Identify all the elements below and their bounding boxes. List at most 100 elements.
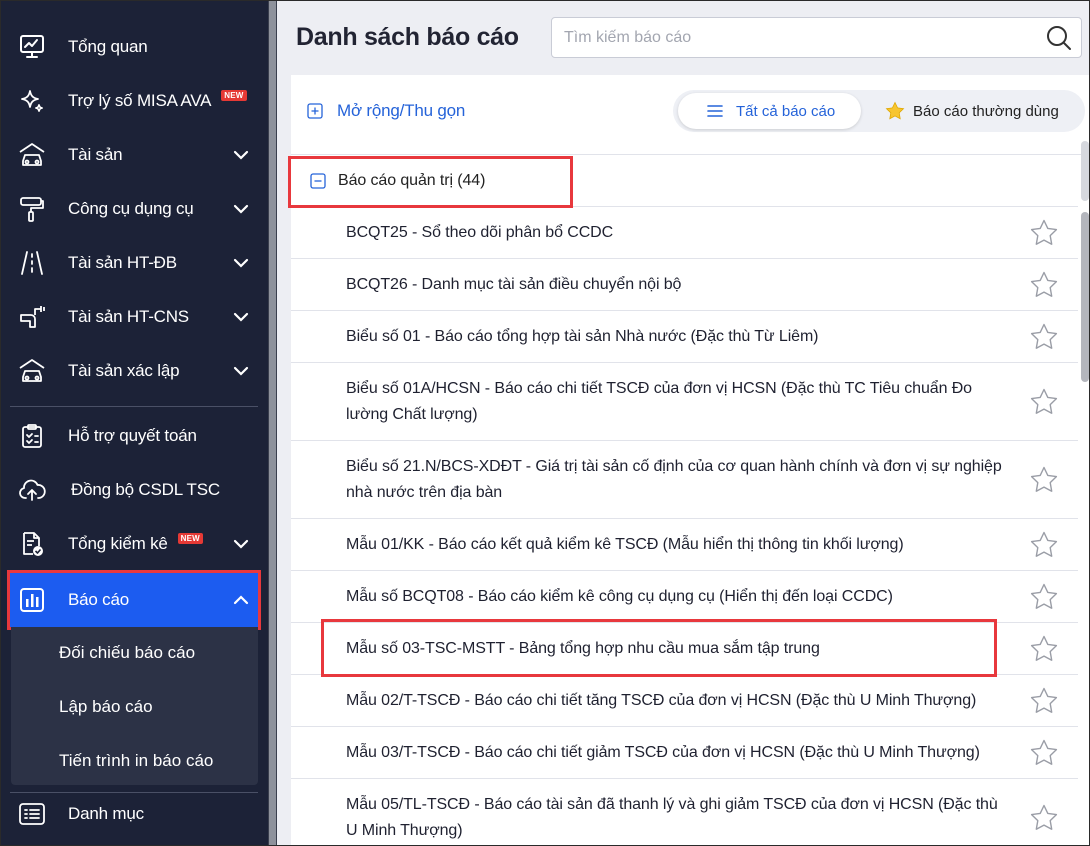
sidebar-item-tai-san[interactable]: Tài sản [10,128,258,182]
sidebar-item-label: Tài sản [68,145,123,164]
sidebar-item-tro-ly-so[interactable]: Trợ lý số MISA AVA NEW [10,74,258,128]
sidebar-item-label: Hỗ trợ quyết toán [68,426,197,445]
tab-favorite-reports[interactable]: Báo cáo thường dùng [869,93,1079,129]
sidebar-item-cong-cu-dung-cu[interactable]: Công cụ dụng cụ [10,182,258,236]
report-title: Mẫu 02/T-TSCĐ - Báo cáo chi tiết tăng TS… [346,692,977,709]
submenu-item-label: Tiến trình in báo cáo [59,751,214,770]
sidebar-item-label: Tài sản HT-ĐB [68,253,177,272]
new-badge: NEW [177,533,203,544]
tab-all-reports[interactable]: Tất cả báo cáo [678,93,861,129]
chevron-down-icon [233,539,249,549]
chevron-down-icon [233,258,249,268]
sidebar-scrollbar[interactable] [268,0,277,846]
sidebar-item-tai-san-ht-db[interactable]: Tài sản HT-ĐB [10,236,258,290]
report-group-header[interactable]: Báo cáo quản trị (44) [288,156,1078,208]
car-house-icon [18,141,46,169]
report-row[interactable]: Biểu số 21.N/BCS-XDĐT - Giá trị tài sản … [291,441,1078,519]
favorite-star-icon[interactable] [1029,387,1059,417]
sidebar-item-label: Danh mục [68,804,144,823]
chevron-down-icon [233,150,249,160]
report-title: Mẫu 01/KK - Báo cáo kết quả kiểm kê TSCĐ… [346,536,904,553]
favorite-star-icon[interactable] [1029,803,1059,833]
submenu-item-tien-trinh-in-bao-cao[interactable]: Tiến trình in báo cáo [11,735,258,789]
sidebar-item-label: Tài sản HT-CNS [68,307,189,326]
favorite-star-icon[interactable] [1029,322,1059,352]
road-icon [18,249,46,277]
report-row[interactable]: Mẫu số 03-TSC-MSTT - Bảng tổng hợp nhu c… [291,623,1078,675]
report-row[interactable]: Mẫu số BCQT08 - Báo cáo kiểm kê công cụ … [291,571,1078,623]
document-check-icon [18,530,46,558]
tab-favorite-reports-label: Báo cáo thường dùng [913,102,1059,120]
sidebar-item-label: Báo cáo [68,590,129,609]
sidebar-item-bao-cao[interactable]: Báo cáo [7,570,261,630]
chevron-down-icon [233,366,249,376]
search-input[interactable] [564,26,1034,50]
sidebar-item-label: Tổng quan [68,37,148,56]
new-badge: NEW [221,90,247,101]
report-title: BCQT25 - Sổ theo dõi phân bổ CCDC [346,224,614,241]
search-icon[interactable] [1045,24,1073,52]
favorite-star-icon[interactable] [1029,270,1059,300]
sidebar-item-danh-muc[interactable]: Danh mục [10,787,258,841]
sidebar-item-label: Tài sản xác lập [68,361,180,380]
report-title: Biểu số 21.N/BCS-XDĐT - Giá trị tài sản … [346,458,1002,501]
scrollbar-thumb[interactable] [1081,212,1089,382]
tab-all-reports-label: Tất cả báo cáo [736,102,836,120]
report-panel: Mở rộng/Thu gọn Tất cả báo cáo Báo cáo t… [288,75,1090,846]
favorite-star-icon[interactable] [1029,465,1059,495]
minus-square-icon[interactable] [310,173,326,189]
report-title: Mẫu số 03-TSC-MSTT - Bảng tổng hợp nhu c… [346,640,820,657]
favorite-star-icon[interactable] [1029,686,1059,716]
search-box[interactable] [551,17,1082,58]
report-title: BCQT26 - Danh mục tài sản điều chuyển nộ… [346,276,682,293]
favorite-star-icon[interactable] [1029,218,1059,248]
report-row[interactable]: Biểu số 01 - Báo cáo tổng hợp tài sản Nh… [291,311,1078,363]
sidebar: Tổng quan Trợ lý số MISA AVA NEW Tài sản … [0,0,268,846]
chevron-up-icon [233,595,249,605]
report-title: Mẫu số BCQT08 - Báo cáo kiểm kê công cụ … [346,588,893,605]
sidebar-item-label: Tổng kiểm kê [68,534,168,553]
chevron-down-icon [233,204,249,214]
report-list-scrollbar[interactable] [1078,141,1090,846]
report-filter-tabs: Tất cả báo cáo Báo cáo thường dùng [673,90,1085,132]
sidebar-item-label-wrap: Tổng kiểm kê NEW [68,533,203,554]
sidebar-item-label-wrap: Trợ lý số MISA AVA NEW [68,90,247,111]
sidebar-divider [10,406,258,407]
submenu-item-doi-chieu-bao-cao[interactable]: Đối chiếu báo cáo [11,627,258,681]
bar-chart-icon [18,586,46,614]
expand-collapse-label: Mở rộng/Thu gọn [337,101,466,120]
plus-square-icon [307,103,323,119]
favorite-star-icon[interactable] [1029,582,1059,612]
report-title: Biểu số 01 - Báo cáo tổng hợp tài sản Nh… [346,328,819,345]
sidebar-item-tong-kiem-ke[interactable]: Tổng kiểm kê NEW [10,517,258,571]
expand-collapse-button[interactable]: Mở rộng/Thu gọn [307,99,465,123]
report-row[interactable]: BCQT26 - Danh mục tài sản điều chuyển nộ… [291,259,1078,311]
report-row[interactable]: Mẫu 01/KK - Báo cáo kết quả kiểm kê TSCĐ… [291,519,1078,571]
sidebar-item-label: Công cụ dụng cụ [68,199,194,218]
favorite-star-icon[interactable] [1029,634,1059,664]
report-row[interactable]: Biểu số 01A/HCSN - Báo cáo chi tiết TSCĐ… [291,363,1078,441]
sidebar-item-tai-san-xac-lap[interactable]: Tài sản xác lập [10,344,258,398]
report-group-label: Báo cáo quản trị (44) [338,172,486,189]
sidebar-item-label: Trợ lý số MISA AVA [68,91,212,110]
submenu-item-lap-bao-cao[interactable]: Lập báo cáo [11,681,258,735]
star-filled-icon [885,101,905,120]
sidebar-item-ho-tro-quyet-toan[interactable]: Hỗ trợ quyết toán [10,409,258,463]
favorite-star-icon[interactable] [1029,530,1059,560]
report-row[interactable]: Mẫu 05/TL-TSCĐ - Báo cáo tài sản đã than… [291,779,1078,846]
report-title: Biểu số 01A/HCSN - Báo cáo chi tiết TSCĐ… [346,380,972,423]
clipboard-check-icon [18,422,46,450]
sidebar-item-dong-bo-csdl[interactable]: Đồng bộ CSDL TSC [10,463,258,517]
sidebar-item-label: Đồng bộ CSDL TSC [71,480,220,499]
report-row[interactable]: Mẫu 03/T-TSCĐ - Báo cáo chi tiết giảm TS… [291,727,1078,779]
report-row[interactable]: BCQT25 - Sổ theo dõi phân bổ CCDC [291,207,1078,259]
bao-cao-submenu: Đối chiếu báo cáo Lập báo cáo Tiến trình… [11,627,258,785]
list-icon [18,800,46,828]
sidebar-item-tai-san-ht-cns[interactable]: Tài sản HT-CNS [10,290,258,344]
report-row[interactable]: Mẫu 02/T-TSCĐ - Báo cáo chi tiết tăng TS… [291,675,1078,727]
main-content: Danh sách báo cáo Mở rộng/Thu gọn Tất cả… [277,0,1090,846]
page-title: Danh sách báo cáo [296,23,519,51]
sidebar-item-tong-quan[interactable]: Tổng quan [10,20,258,74]
sidebar-scrollbar-thumb[interactable] [269,0,276,846]
favorite-star-icon[interactable] [1029,738,1059,768]
